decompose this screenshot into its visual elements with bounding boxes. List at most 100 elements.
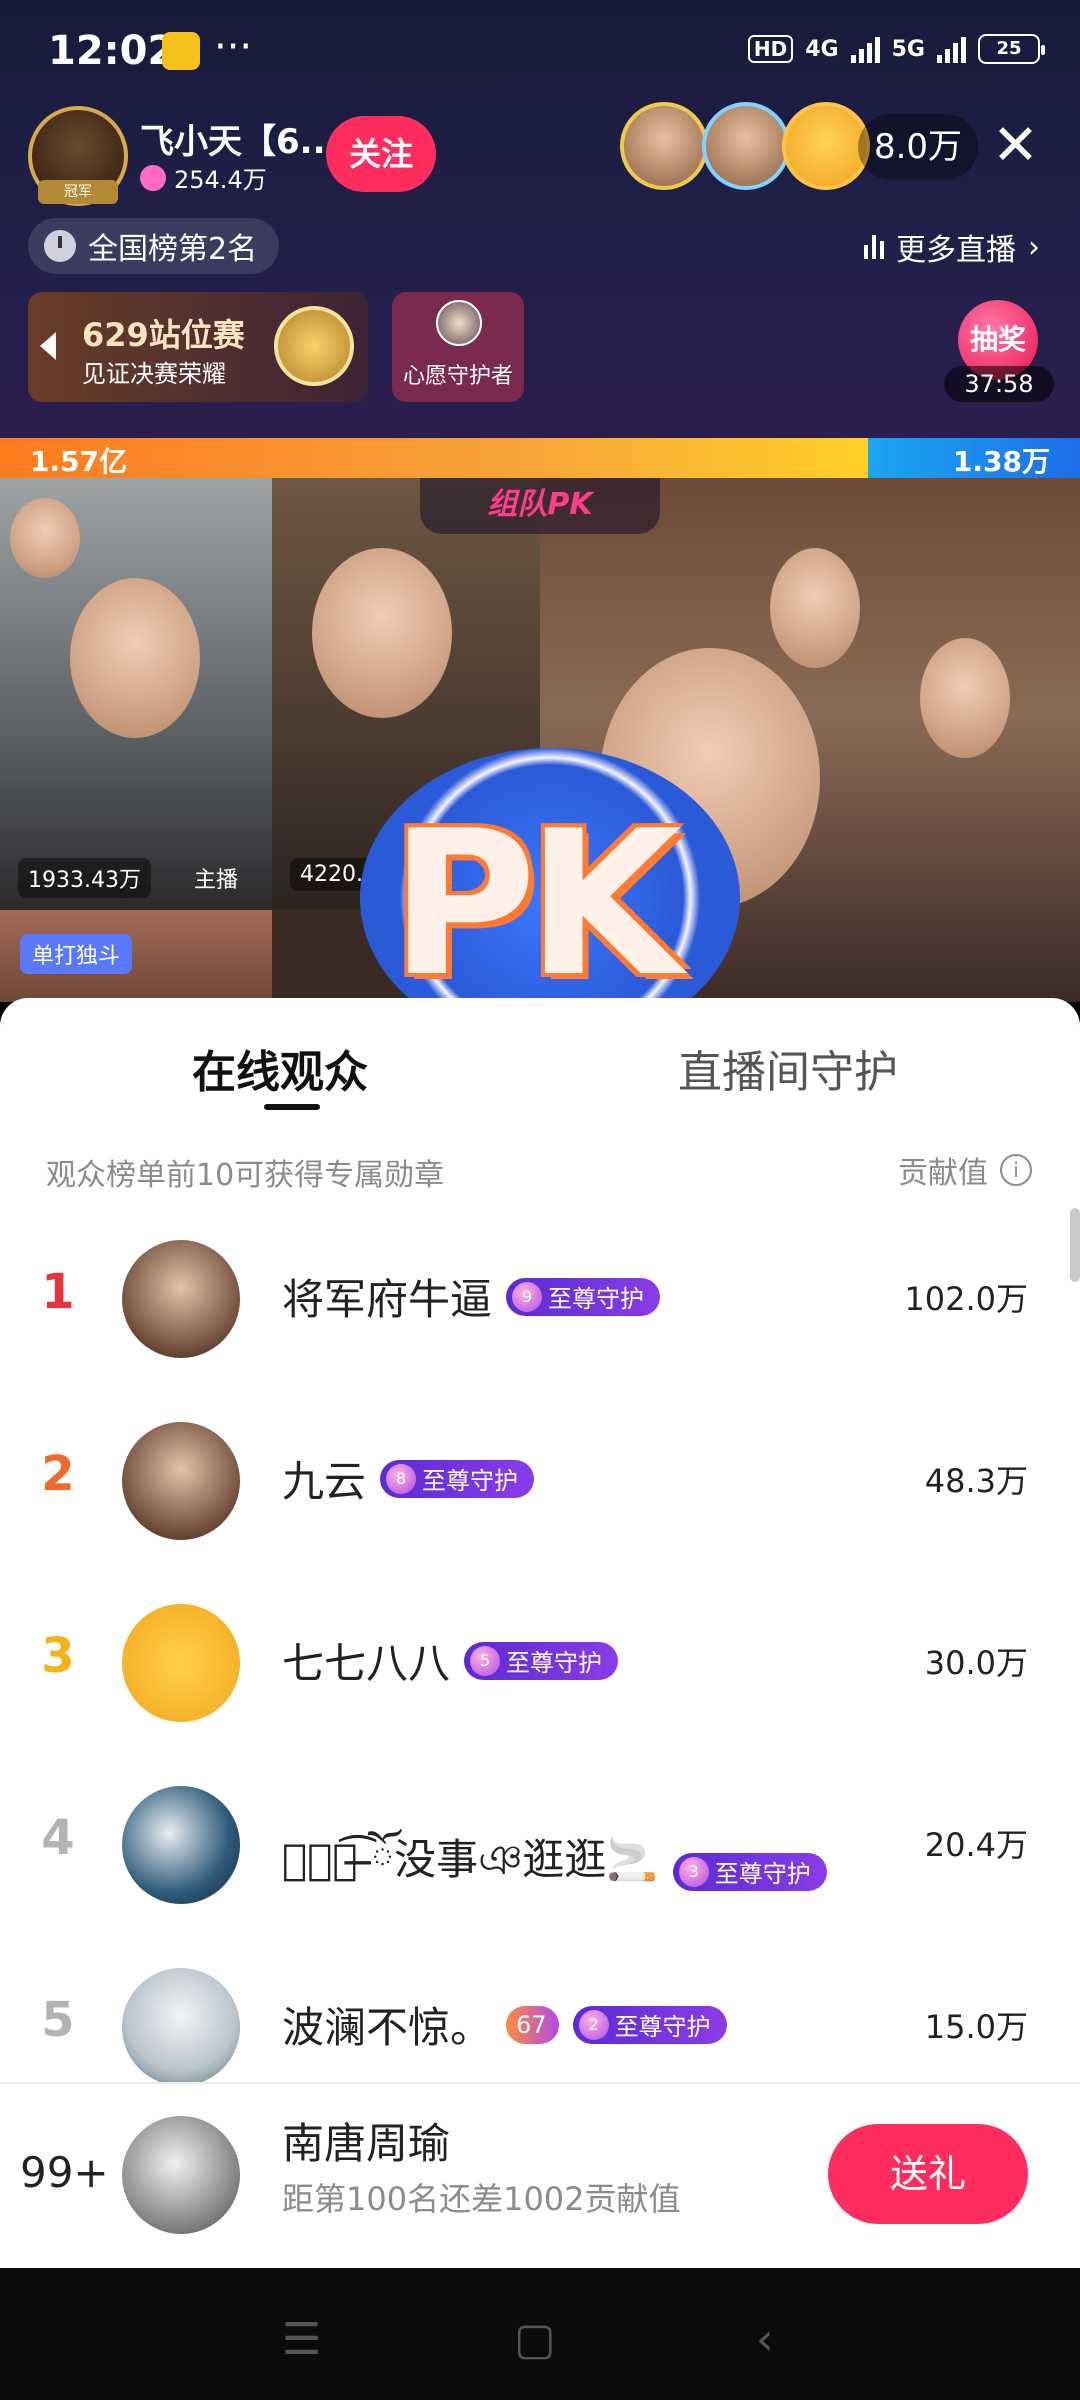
user-name-line: 波澜不惊。 67 2 至尊守护 (282, 1994, 727, 2055)
user-name-line: 七七八八 5 至尊守护 (282, 1630, 619, 1691)
streamer-score-tag: 1933.43万 (18, 858, 151, 898)
network-4g-label: 4G (805, 36, 839, 62)
rank-number: 5 (41, 1992, 75, 2048)
wish-guard-avatar (436, 300, 482, 346)
back-icon[interactable]: ‹ (756, 2314, 774, 2365)
anchor-fans-count: 254.4万 (174, 166, 267, 194)
lottery-countdown: 37:58 (944, 366, 1054, 402)
rank-number: 2 (41, 1446, 75, 1502)
gem-icon: 3 (678, 1856, 709, 1887)
close-icon[interactable]: ✕ (992, 116, 1039, 176)
home-icon[interactable]: ▢ (514, 2314, 556, 2365)
guard-badge-label: 至尊守护 (548, 1285, 645, 1313)
streamer-role-tag: 主播 (194, 868, 239, 893)
user-name-line: ঞ্ঁ͡ ̶ོ没事ঞ逛逛🚬 3 至尊守护 (282, 1812, 827, 1931)
more-dots: ··· (214, 24, 253, 70)
tab-indicator (264, 1104, 320, 1110)
video-panel (0, 478, 272, 910)
streamer-face (312, 548, 452, 718)
app-icon (162, 32, 200, 70)
avatar[interactable] (122, 1240, 240, 1358)
ranking-hint: 观众榜单前10可获得专属勋章 (46, 1158, 445, 1193)
menu-icon[interactable]: ☰ (282, 2314, 321, 2365)
anchor-fans: 254.4万 (140, 160, 267, 195)
my-name: 南唐周瑜 (282, 2119, 451, 2168)
gem-icon: 9 (512, 1281, 543, 1312)
event-card[interactable]: 629站位赛 见证决赛荣耀 (28, 292, 368, 402)
more-live-button[interactable]: 更多直播 › (864, 220, 1040, 274)
user-name: 波澜不惊。 (282, 2003, 493, 2052)
contribution-value: 15.0万 (924, 2008, 1028, 2046)
national-rank-pill[interactable]: 全国榜第2名 (28, 218, 280, 274)
solo-battle-tag: 单打独斗 (20, 934, 133, 974)
streamer-face (70, 578, 200, 738)
pk-mode-title: 组队PK (420, 478, 660, 534)
top-viewer-avatar[interactable] (702, 102, 790, 190)
pk-right-value: 1.38万 (952, 445, 1050, 478)
my-rank: 99+ (20, 2148, 109, 2197)
live-video[interactable]: 组队PK 1933.43万 主播 4220.79 单打独斗 PK (0, 478, 1080, 1002)
user-name: ঞ্ঁ͡ ̶ོ没事ঞ逛逛🚬 (282, 1835, 659, 1884)
rank-number: 1 (41, 1264, 75, 1320)
anchor-rank-badge: 冠军 (38, 180, 118, 204)
ranking-row[interactable]: 2 九云 8 至尊守护 48.3万 (0, 1406, 1080, 1556)
contribution-value: 48.3万 (924, 1462, 1028, 1500)
wish-guard-card[interactable]: 心愿守护者 (392, 292, 524, 402)
top-viewer-avatar[interactable] (782, 102, 870, 190)
user-name-line: 将军府牛逼 9 至尊守护 (282, 1266, 661, 1327)
level-badge: 67 (506, 2005, 559, 2044)
network-5g-label: 5G (891, 36, 925, 62)
contribution-value: 30.0万 (924, 1644, 1028, 1682)
chevron-left-icon (40, 332, 56, 360)
guard-badge-label: 至尊守护 (506, 1649, 603, 1677)
info-icon[interactable]: i (1000, 1154, 1032, 1186)
streamer-face (770, 548, 860, 668)
guard-badge: 5 至尊守护 (464, 1641, 619, 1680)
hd-indicator: HD (747, 35, 794, 63)
avatar[interactable] (122, 1968, 240, 2086)
my-gap-text: 距第100名还差1002贡献值 (282, 2180, 681, 2218)
heart-icon (140, 164, 166, 191)
avatar[interactable] (122, 1786, 240, 1904)
avatar[interactable] (122, 1604, 240, 1722)
gem-icon: 8 (386, 1463, 417, 1494)
pk-emblem-text: PK (390, 788, 682, 1002)
contribution-header[interactable]: 贡献值 i (898, 1148, 1032, 1192)
my-avatar[interactable] (122, 2116, 240, 2234)
follow-button[interactable]: 关注 (326, 116, 436, 192)
wish-guard-label: 心愿守护者 (402, 364, 513, 389)
contribution-value: 102.0万 (904, 1280, 1028, 1318)
pk-left-value: 1.57亿 (30, 445, 128, 478)
my-ranking-row: 99+ 南唐周瑜 距第100名还差1002贡献值 送礼 (0, 2082, 1080, 2268)
level-value: 67 (516, 2010, 547, 2039)
ranking-row[interactable]: 4 ঞ্ঁ͡ ̶ོ没事ঞ逛逛🚬 3 至尊守护 20.4万 (0, 1770, 1080, 1920)
guard-badge: 2 至尊守护 (572, 2005, 727, 2044)
anchor-name[interactable]: 飞小天【6... (140, 114, 338, 163)
gem-icon: 5 (470, 1645, 501, 1676)
user-name-line: 九云 8 至尊守护 (282, 1448, 535, 1509)
user-name: 九云 (282, 1457, 367, 1506)
guard-badge: 3 至尊守护 (672, 1852, 827, 1891)
user-name: 七七八八 (282, 1639, 451, 1688)
top-viewer-avatar[interactable] (620, 102, 708, 190)
status-time: 12:02 (48, 28, 176, 74)
bar-chart-icon (864, 235, 884, 259)
signal-icon (850, 35, 880, 63)
ranking-row[interactable]: 3 七七八八 5 至尊守护 30.0万 (0, 1588, 1080, 1738)
chevron-right-icon: › (1028, 229, 1040, 265)
guard-badge-label: 至尊守护 (614, 2013, 711, 2041)
national-rank-label: 全国榜第2名 (88, 232, 258, 267)
ranking-row[interactable]: 5 波澜不惊。 67 2 至尊守护 15.0万 (0, 1952, 1080, 2102)
viewer-count[interactable]: 8.0万 (858, 114, 978, 180)
event-title: 629站位赛 (82, 316, 245, 354)
tab-room-guard[interactable]: 直播间守护 (678, 1036, 898, 1100)
guard-badge-label: 至尊守护 (422, 1467, 519, 1495)
avatar[interactable] (122, 1422, 240, 1540)
tab-online-audience[interactable]: 在线观众 (192, 1036, 368, 1100)
system-nav-bar: ☰ ▢ ‹ (0, 2268, 1080, 2400)
pk-score-bar: 1.57亿 1.38万 (0, 438, 1080, 478)
send-gift-button[interactable]: 送礼 (828, 2124, 1028, 2224)
event-subtitle: 见证决赛荣耀 (82, 360, 226, 388)
pk-right-score: 1.38万 (868, 438, 1080, 478)
ranking-row[interactable]: 1 将军府牛逼 9 至尊守护 102.0万 (0, 1224, 1080, 1374)
